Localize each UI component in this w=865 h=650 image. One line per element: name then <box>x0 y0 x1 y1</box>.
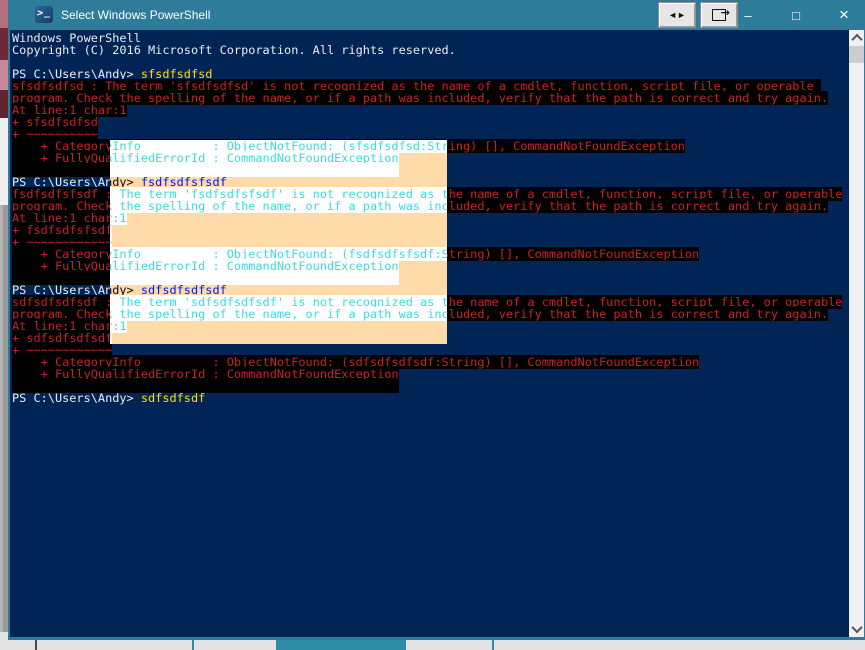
scrollbar-thumb[interactable] <box>849 46 864 63</box>
chevron-down-icon <box>851 622 862 633</box>
vertical-scrollbar[interactable] <box>849 30 864 637</box>
command-text: sdfsdfsdf <box>141 391 205 405</box>
chevron-up-icon <box>851 34 862 45</box>
maximize-button[interactable]: □ <box>776 0 816 30</box>
left-right-arrows-icon: ◄► <box>668 11 686 20</box>
powershell-icon: > _ <box>35 6 53 23</box>
console-line: At line:1 char:1 <box>12 104 842 116</box>
console-selection-highlight <box>110 140 447 344</box>
mark-resize-button[interactable]: ◄► <box>658 2 696 28</box>
tab-highlight <box>276 640 406 650</box>
scroll-up-button[interactable] <box>849 30 864 46</box>
divider-line <box>35 640 37 650</box>
console-line: + sfsdfsdfsd <box>12 116 842 128</box>
background-fragment <box>0 205 8 632</box>
background-fragment <box>0 118 8 205</box>
divider-line <box>492 640 494 650</box>
background-fragment <box>0 90 8 118</box>
console-output[interactable]: Windows PowerShellCopyright (C) 2016 Mic… <box>10 30 849 637</box>
divider-line <box>192 640 194 650</box>
powershell-window: > _ Select Windows PowerShell ◄► → – □ ×… <box>8 0 865 640</box>
console-line: PS C:\Users\Andy> sdfsdfsdf <box>12 392 842 404</box>
error-text: program. Check the spelling of the name,… <box>12 91 828 105</box>
background-fragment <box>0 28 8 60</box>
close-icon: × <box>839 5 849 25</box>
background-fragment <box>0 60 8 90</box>
console-plain-text: PS C:\Users\Andy> <box>12 391 141 405</box>
background-window-bottom[interactable] <box>0 640 865 650</box>
minimize-icon: – <box>744 8 751 23</box>
maximize-icon: □ <box>792 8 800 23</box>
titlebar[interactable]: > _ Select Windows PowerShell ◄► → – □ × <box>8 0 865 30</box>
close-button[interactable]: × <box>824 0 864 30</box>
scroll-down-button[interactable] <box>849 621 864 637</box>
powershell-icon-chevron: > <box>36 8 44 19</box>
minimize-button[interactable]: – <box>728 0 768 30</box>
console-line: program. Check the spelling of the name,… <box>12 92 842 104</box>
console-plain-text: Copyright (C) 2016 Microsoft Corporation… <box>12 43 456 57</box>
window-title: Select Windows PowerShell <box>61 8 210 22</box>
window-body: Windows PowerShellCopyright (C) 2016 Mic… <box>8 30 865 640</box>
exit-icon: → <box>712 9 726 21</box>
background-window-left[interactable] <box>0 0 8 650</box>
powershell-icon-underscore: _ <box>44 7 50 18</box>
background-fragment <box>0 0 8 28</box>
console-line: Copyright (C) 2016 Microsoft Corporation… <box>12 44 842 56</box>
